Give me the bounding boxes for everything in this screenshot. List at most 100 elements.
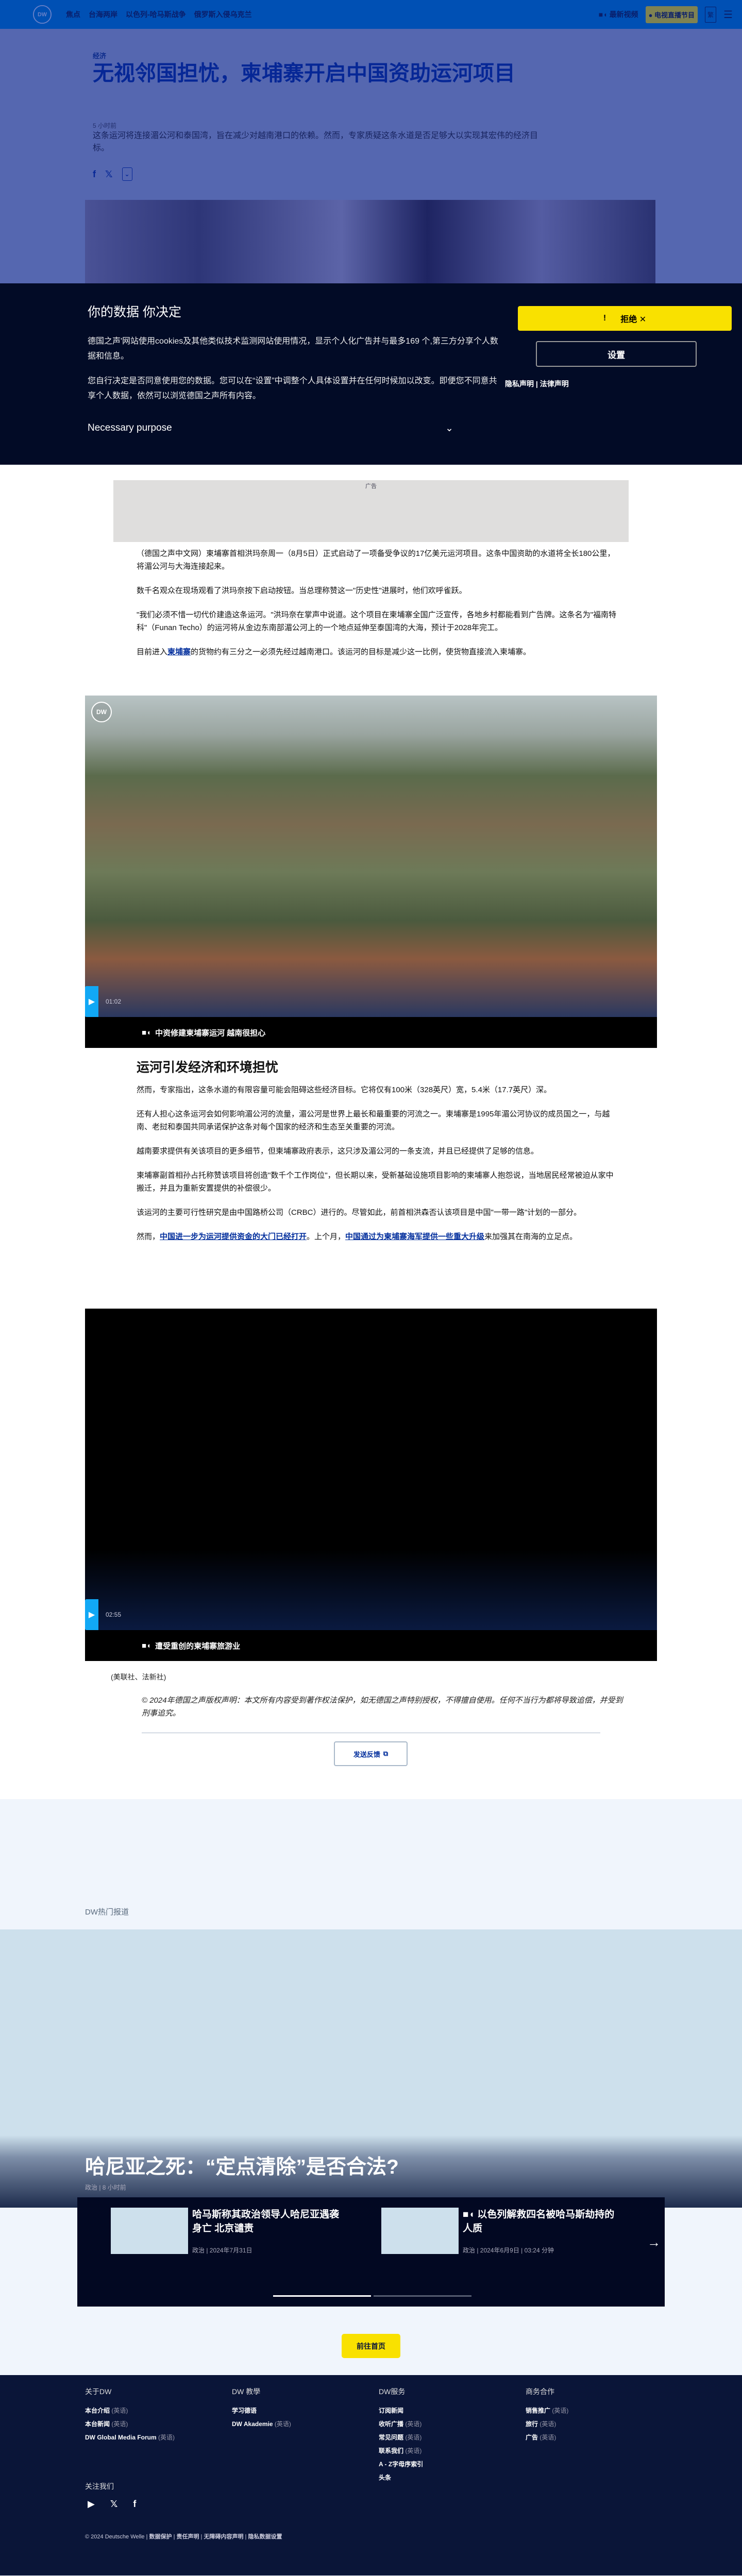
ad-label: 广告 [365, 483, 377, 489]
nav-item[interactable]: 以色列-哈马斯战争 [126, 9, 186, 20]
settings-button[interactable]: 设置 [536, 341, 697, 367]
related-carousel: 哈马斯称其政治领导人哈尼亚遇袭身亡 北京谴责 政治 | 2024年7月31日 ■◖… [77, 2197, 665, 2307]
x-icon[interactable]: 𝕏 [110, 2499, 118, 2510]
footer-link-note: (英语) [405, 2420, 422, 2428]
credits: (美联社、法新社) [111, 1673, 166, 1681]
carousel-indicator[interactable] [374, 2295, 471, 2297]
story-card[interactable]: ■◖ 以色列解救四名被哈马斯劫持的人质 政治 | 2024年6月9日 | 03:2… [381, 2208, 617, 2255]
paragraph: 然而，专家指出，这条水道的有限容量可能会阻碍这些经济目标。它将仅有100米（32… [137, 1086, 552, 1094]
nav-item[interactable]: 俄罗斯入侵乌克兰 [194, 9, 252, 20]
paragraph: 柬埔寨副首相孙占托称赞该项目将创造"数千个工作岗位"，但长期以来，受新基础设施项… [137, 1171, 614, 1193]
menu-icon[interactable]: ☰ [723, 8, 733, 21]
nav-item[interactable]: 台海两岸 [89, 9, 117, 20]
dw-logo[interactable]: DW [33, 5, 52, 24]
footer-column-title: 商务合作 [526, 2387, 554, 2396]
story-card[interactable]: 哈马斯称其政治领导人哈尼亚遇袭身亡 北京谴责 政治 | 2024年7月31日 [111, 2208, 347, 2255]
language-button[interactable]: 繁 [705, 6, 717, 23]
footer-link[interactable]: 学习德语 [232, 2406, 291, 2415]
video-thumbnail[interactable]: ▶ 02:55 [85, 1309, 657, 1630]
video-thumbnail[interactable]: DW ▶ 01:02 [85, 696, 657, 1017]
live-tv-button[interactable]: ● 电视直播节目 [645, 6, 698, 23]
legal-link[interactable]: 法律声明 [540, 380, 569, 388]
text: 的货物约有三分之一必须先经过越南港口。该运河的目标是减少这一比例，使货物直接流入… [191, 648, 531, 656]
funding-link[interactable]: 中国进一步为运河提供资金的大门已经打开 [160, 1232, 307, 1241]
video-icon: ■◖ [142, 1641, 151, 1650]
footer-link[interactable]: 销售推广 (英语) [526, 2406, 568, 2415]
x-icon[interactable]: 𝕏 [105, 169, 113, 180]
story-thumbnail [381, 2208, 459, 2254]
footer-link[interactable]: 责任声明 [177, 2534, 199, 2540]
text: 来加强其在南海的立足点。 [484, 1232, 578, 1241]
footer-link[interactable]: DW Global Media Forum (英语) [85, 2433, 175, 2442]
story-title-text: 以色列解救四名被哈马斯劫持的人质 [463, 2209, 615, 2234]
paragraph: 越南要求提供有关该项目的更多细节，但柬埔寨政府表示，这只涉及湄公河的一条支流，并… [137, 1147, 539, 1156]
carousel-indicator-active[interactable] [273, 2295, 371, 2297]
footer-copyright: © 2024 Deutsche Welle [85, 2534, 145, 2540]
story-meta: 政治 | 2024年7月31日 [192, 2247, 252, 2254]
footer-link-note: (英语) [405, 2434, 422, 2441]
video-icon: ■◖ [463, 2209, 478, 2220]
footer-link[interactable]: 头条 [379, 2473, 423, 2482]
play-button[interactable]: ▶ [85, 986, 98, 1017]
purpose-label: Necessary purpose [88, 422, 172, 433]
footer-link-note: (英语) [111, 2407, 128, 2414]
copyright-notice: © 2024年德国之声版权声明：本文所有内容受到著作权法保护，如无德国之声特别授… [142, 1696, 623, 1718]
footer-link[interactable]: DW Akademie (英语) [232, 2419, 291, 2428]
footer-link-note: (英语) [158, 2434, 175, 2441]
story-title: ■◖ 以色列解救四名被哈马斯劫持的人质 [463, 2208, 617, 2235]
video-player-2[interactable]: ▶ 02:55 ■◖ 遭受重创的柬埔寨旅游业 [85, 1309, 657, 1661]
share-more-button[interactable]: ⌄ [122, 167, 132, 181]
footer-link[interactable]: 订阅新闻 [379, 2406, 423, 2415]
footer-column-title: DW 教學 [232, 2387, 261, 2396]
caption-text: 中资修建柬埔寨运河 越南很担心 [155, 1028, 266, 1038]
footer-link[interactable]: 隐私数据设置 [248, 2534, 282, 2540]
follow-us-label: 关注我们 [85, 2482, 114, 2490]
home-button[interactable]: 前往首页 [342, 2334, 400, 2358]
external-window-icon: ⧉ [383, 1750, 389, 1757]
footer-link-label: DW Global Media Forum [85, 2434, 157, 2441]
video-icon: ■◖ [142, 1028, 151, 1037]
nav-item[interactable]: 焦点 [66, 9, 80, 20]
close-icon: ✕ [639, 315, 647, 324]
footer-link-label: 本台新闻 [85, 2420, 110, 2428]
paragraph: 还有人担心这条运河会如何影响湄公河的流量，湄公河是世界上最长和最重要的河流之一。… [137, 1110, 610, 1131]
video-player-1[interactable]: DW ▶ 01:02 ■◖ 中资修建柬埔寨运河 越南很担心 [85, 696, 657, 1048]
navy-link[interactable]: 中国通过为柬埔寨海军提供一些重大升级 [345, 1232, 484, 1241]
featured-story-meta: 政治 | 8 小时前 [85, 2184, 126, 2191]
article-paragraphs: （德国之声中文网）柬埔寨首相洪玛奈周一（8月5日）正式启动了一项备受争议的17亿… [137, 547, 618, 670]
cookie-links: 隐私声明 | 法律声明 [505, 380, 569, 388]
arrow-right-icon[interactable]: → [647, 2234, 661, 2250]
section-heading: 运河引发经济和环境担忧 [137, 1060, 279, 1075]
article-section-2: 运河引发经济和环境担忧 然而，专家指出，这条水道的有限容量可能会阻碍这些经济目标… [137, 1061, 618, 1255]
article-category[interactable]: 经济 [93, 50, 106, 60]
facebook-icon[interactable]: f [133, 2499, 136, 2510]
facebook-icon[interactable]: f [93, 169, 96, 180]
feedback-button[interactable]: 发送反馈 ⧉ [334, 1741, 408, 1766]
footer-link[interactable]: 广告 (英语) [526, 2433, 568, 2442]
featured-story-title[interactable]: 哈尼亚之死：“定点清除”是否合法? [85, 2151, 399, 2180]
footer-link[interactable]: 本台新闻 (英语) [85, 2419, 175, 2428]
footer-link[interactable]: 本台介绍 (英语) [85, 2406, 175, 2415]
footer-link-label: 联系我们 [379, 2447, 404, 2454]
live-tv-label: 电视直播节目 [654, 11, 695, 19]
footer-link[interactable]: 无障碍内容声明 [204, 2534, 243, 2540]
necessary-purpose-toggle[interactable]: Necessary purpose ⌄ [88, 422, 453, 434]
footer-link[interactable]: 联系我们 (英语) [379, 2446, 423, 2455]
footer-column-title: 关于DW [85, 2387, 112, 2396]
latest-videos-link[interactable]: ■◖ 最新视频 [599, 9, 638, 20]
privacy-link[interactable]: 隐私声明 [505, 380, 534, 388]
cookie-title: 你的数据 你决定 [88, 305, 181, 319]
footer-link[interactable]: 旅行 (英语) [526, 2419, 568, 2428]
footer-link[interactable]: 数据保护 [149, 2534, 172, 2540]
feedback-label: 发送反馈 [353, 1750, 380, 1758]
footer-column: DW服务 订阅新闻 收听广播 (英语) 常见问题 (英语) 联系我们 (英语) A - … [379, 2386, 423, 2486]
cambodia-link[interactable]: 柬埔寨 [167, 648, 191, 656]
footer-link[interactable]: 常见问题 (英语) [379, 2433, 423, 2442]
footer-link[interactable]: 收听广播 (英语) [379, 2419, 423, 2428]
cookie-banner: 你的数据 你决定 德国之声'网站使用cookies及其他类似技术监测网站使用情况… [0, 283, 742, 465]
reject-button[interactable]: ! 拒绝 ✕ [518, 306, 732, 331]
play-button[interactable]: ▶ [85, 1599, 98, 1630]
youtube-icon[interactable]: ▶ [88, 2499, 95, 2510]
footer-link[interactable]: A - Z字母序索引 [379, 2460, 423, 2468]
paragraph: "我们必须不惜一切代价建造这条运河。"洪玛奈在掌声中说道。这个项目在柬埔寨全国广… [137, 611, 616, 632]
